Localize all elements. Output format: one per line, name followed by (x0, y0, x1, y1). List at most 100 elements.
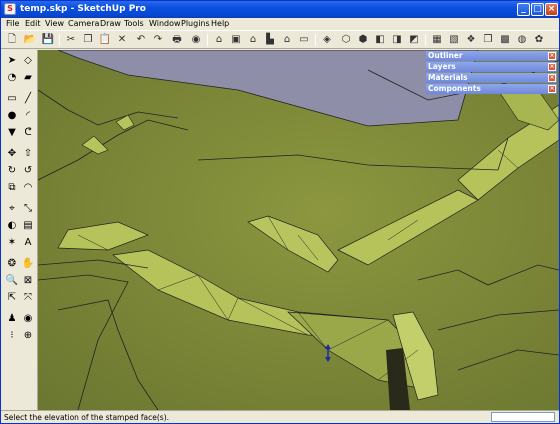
rectangle-tool-icon[interactable]: ▭ (5, 92, 19, 106)
push-pull-tool-icon[interactable]: ⇧ (21, 147, 35, 161)
right-view-icon[interactable]: ▙ (263, 33, 277, 47)
status-message: Select the elevation of the stamped face… (4, 413, 170, 422)
scale-tool-icon[interactable]: ⧉ (5, 181, 19, 195)
follow-me-tool-icon[interactable]: ↺ (21, 164, 35, 178)
menu-bar: File Edit View Camera Draw Tools Window … (1, 18, 559, 30)
dimension-tool-icon[interactable]: ⤡ (21, 202, 35, 216)
shaded-icon[interactable]: ◧ (373, 33, 387, 47)
measurements-box[interactable] (491, 412, 555, 422)
title-bar[interactable]: S temp.skp - SketchUp Pro _ □ × (1, 1, 559, 18)
monochrome-icon[interactable]: ◩ (407, 33, 421, 47)
outliner-panel[interactable]: Outliner × (426, 51, 557, 61)
layers-panel[interactable]: Layers × (426, 62, 557, 72)
redo-icon[interactable]: ↷ (151, 33, 165, 47)
menu-help[interactable]: Help (211, 19, 229, 28)
protractor-tool-icon[interactable]: ◐ (5, 219, 19, 233)
outliner-panel-title: Outliner (428, 51, 463, 60)
line-tool-icon[interactable]: ╱ (21, 92, 35, 106)
eraser-tool-icon[interactable]: ▰ (21, 71, 35, 85)
polygon-tool-icon[interactable]: ▼ (5, 126, 19, 140)
zoom-window-icon[interactable]: ⊠ (21, 274, 35, 288)
zoom-extents-icon[interactable]: ⤧ (21, 291, 35, 305)
model-info-icon[interactable]: ◉ (189, 33, 203, 47)
new-file-icon[interactable]: 🗋 (5, 33, 19, 47)
make-component-icon[interactable]: ◇ (21, 54, 35, 68)
components-panel-title: Components (428, 84, 481, 93)
close-icon[interactable]: × (548, 63, 556, 71)
erase-icon[interactable]: ✕ (115, 33, 129, 47)
wireframe-icon[interactable]: ⬡ (339, 33, 353, 47)
rotate-tool-icon[interactable]: ↻ (5, 164, 19, 178)
axes-tool-icon[interactable]: ✶ (5, 236, 19, 250)
arc-tool-icon[interactable]: ◜ (21, 109, 35, 123)
previous-view-icon[interactable]: ⇱ (5, 291, 19, 305)
circle-tool-icon[interactable]: ● (5, 109, 19, 123)
left-view-icon[interactable]: ▭ (297, 33, 311, 47)
print-icon[interactable]: 🖶 (170, 33, 184, 47)
share-model-icon[interactable]: ❒ (481, 33, 495, 47)
offset-tool-icon[interactable]: ◠ (21, 181, 35, 195)
window-title: temp.skp - SketchUp Pro (20, 4, 146, 14)
zoom-tool-icon[interactable]: 🔍 (5, 274, 19, 288)
back-view-icon[interactable]: ⌂ (280, 33, 294, 47)
look-around-icon[interactable]: ◉ (21, 312, 35, 326)
hidden-line-icon[interactable]: ⬢ (356, 33, 370, 47)
toggle-terrain-icon[interactable]: ▧ (447, 33, 461, 47)
paint-bucket-icon[interactable]: ◔ (5, 71, 19, 85)
select-tool-icon[interactable]: ➤ (5, 54, 19, 68)
components-panel[interactable]: Components × (426, 84, 557, 94)
earth-icon[interactable]: ◍ (515, 33, 529, 47)
materials-panel[interactable]: Materials × (426, 73, 557, 83)
move-tool-icon[interactable]: ✥ (5, 147, 19, 161)
layers-panel-title: Layers (428, 62, 456, 71)
tray-panels: Outliner × Layers × Materials × Componen… (426, 51, 557, 95)
section-plane-icon[interactable]: ⊕ (21, 329, 35, 343)
maximize-button[interactable]: □ (531, 3, 544, 16)
3d-text-tool-icon[interactable]: A (21, 236, 35, 250)
position-camera-icon[interactable]: ♟ (5, 312, 19, 326)
save-icon[interactable]: 💾 (41, 33, 55, 47)
close-button[interactable]: × (545, 3, 558, 16)
sketchup-app-icon[interactable]: S (4, 3, 16, 15)
orbit-tool-icon[interactable]: ❂ (5, 257, 19, 271)
menu-window[interactable]: Window (149, 19, 181, 28)
menu-camera[interactable]: Camera (68, 19, 99, 28)
tool-palette: ➤ ◇ ◔ ▰ ▭ ╱ ● ◜ ▼ ᕦ ✥ ⇧ ↻ ↺ ⧉ ◠ ⌖ ⤡ ◐ ▤ … (1, 50, 38, 410)
close-icon[interactable]: × (548, 85, 556, 93)
materials-panel-title: Materials (428, 73, 468, 82)
share-component-icon[interactable]: ▩ (498, 33, 512, 47)
main-toolbar: 🗋 📂 💾 ✂ ❐ 📋 ✕ ↶ ↷ 🖶 ◉ ⌂ ▣ ⌂ ▙ ⌂ ▭ ◈ ⬡ ⬢ … (1, 30, 559, 49)
front-view-icon[interactable]: ⌂ (246, 33, 260, 47)
minimize-button[interactable]: _ (517, 3, 530, 16)
walk-tool-icon[interactable]: ⁝ (5, 329, 19, 343)
menu-file[interactable]: File (6, 19, 19, 28)
pan-tool-icon[interactable]: ✋ (21, 257, 35, 271)
drawing-viewport[interactable] (38, 50, 559, 410)
close-icon[interactable]: × (548, 74, 556, 82)
top-view-icon[interactable]: ▣ (229, 33, 243, 47)
textures-icon[interactable]: ◨ (390, 33, 404, 47)
status-bar: Select the elevation of the stamped face… (1, 410, 559, 423)
copy-icon[interactable]: ❐ (81, 33, 95, 47)
toolbar-separator (315, 34, 316, 46)
add-location-icon[interactable]: ▦ (430, 33, 444, 47)
tape-measure-icon[interactable]: ⌖ (5, 202, 19, 216)
menu-draw[interactable]: Draw (100, 19, 121, 28)
toolbar-separator (59, 34, 60, 46)
menu-tools[interactable]: Tools (124, 19, 144, 28)
iso-view-icon[interactable]: ⌂ (212, 33, 226, 47)
text-tool-icon[interactable]: ▤ (21, 219, 35, 233)
paste-icon[interactable]: 📋 (98, 33, 112, 47)
toolbar-separator (207, 34, 208, 46)
close-icon[interactable]: × (548, 52, 556, 60)
open-folder-icon[interactable]: 📂 (23, 33, 37, 47)
xray-icon[interactable]: ◈ (320, 33, 334, 47)
menu-view[interactable]: View (45, 19, 64, 28)
menu-plugins[interactable]: Plugins (181, 19, 210, 28)
menu-edit[interactable]: Edit (25, 19, 41, 28)
get-models-icon[interactable]: ❖ (464, 33, 478, 47)
undo-icon[interactable]: ↶ (134, 33, 148, 47)
freehand-tool-icon[interactable]: ᕦ (21, 126, 35, 140)
google-earth-icon[interactable]: ✿ (532, 33, 546, 47)
cut-icon[interactable]: ✂ (64, 33, 78, 47)
